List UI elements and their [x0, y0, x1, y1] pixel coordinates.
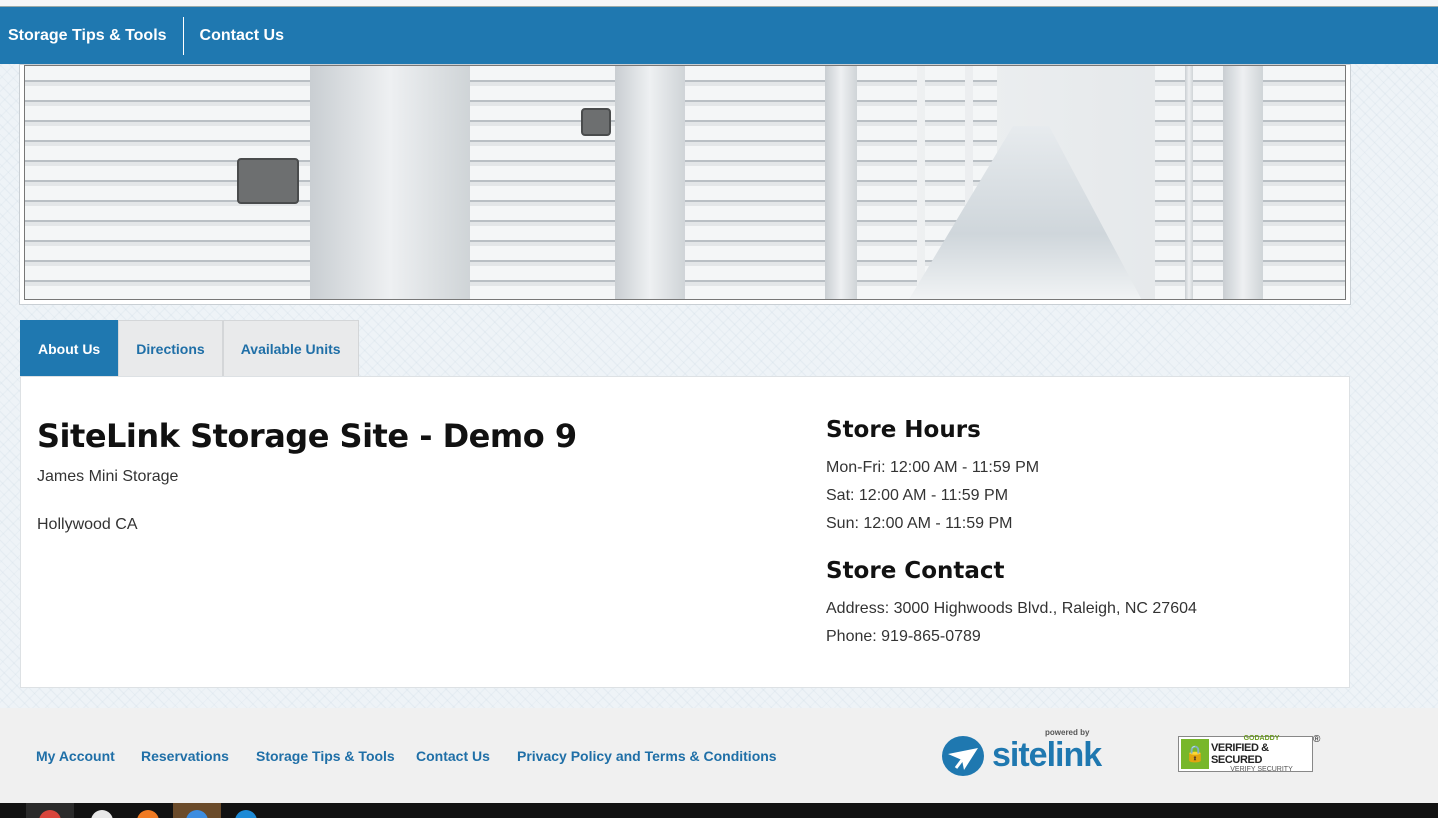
- taskbar-app[interactable]: [124, 803, 172, 818]
- sitelink-wordmark: sitelink: [992, 736, 1102, 774]
- site-footer: My Account Reservations Storage Tips & T…: [0, 708, 1438, 803]
- wall-pillar: [825, 66, 857, 299]
- info-tabs: About Us Directions Available Units: [20, 320, 359, 376]
- site-location: Hollywood CA: [37, 516, 138, 533]
- storage-hallway-photo: [24, 65, 1346, 300]
- tab-available-units[interactable]: Available Units: [222, 320, 359, 376]
- taskbar-app[interactable]: [222, 803, 270, 818]
- hours-sat: Sat: 12:00 AM - 11:59 PM: [826, 487, 1009, 504]
- taskbar-app[interactable]: [173, 803, 221, 818]
- company-name: James Mini Storage: [37, 468, 179, 485]
- about-panel: SiteLink Storage Site - Demo 9 James Min…: [20, 376, 1350, 688]
- app-icon: [137, 810, 159, 818]
- wall-pillar: [1185, 66, 1193, 299]
- nav-contact-us[interactable]: Contact Us: [184, 17, 300, 55]
- hours-mon-fri: Mon-Fri: 12:00 AM - 11:59 PM: [826, 459, 1040, 476]
- storage-door: [685, 66, 825, 299]
- app-icon: [39, 810, 61, 818]
- app-icon: [186, 810, 208, 818]
- sitelink-mark-icon: [942, 736, 984, 776]
- store-address: Address: 3000 Highwoods Blvd., Raleigh, …: [826, 600, 1197, 617]
- browser-top-edge: [0, 0, 1438, 7]
- storage-door: [470, 66, 615, 299]
- hero-banner: [19, 64, 1351, 305]
- sitelink-logo[interactable]: sitelink: [942, 730, 1102, 778]
- store-hours-heading: Store Hours: [826, 417, 981, 443]
- verified-secured-label: VERIFIED & SECURED: [1211, 742, 1269, 766]
- top-navigation: Storage Tips & Tools Contact Us: [0, 7, 1438, 64]
- store-phone: Phone: 919-865-0789: [826, 628, 981, 645]
- taskbar-app[interactable]: [78, 803, 126, 818]
- wall-pillar: [1223, 66, 1263, 299]
- footer-contact-us[interactable]: Contact Us: [416, 748, 490, 764]
- registered-mark: ®: [1313, 734, 1321, 745]
- taskbar-app[interactable]: [26, 803, 74, 818]
- wall-pillar: [310, 66, 470, 299]
- storage-door: [1263, 66, 1345, 299]
- tab-directions[interactable]: Directions: [118, 320, 223, 376]
- storage-door: [1155, 66, 1185, 299]
- wall-pillar: [615, 66, 685, 299]
- app-icon: [91, 810, 113, 818]
- footer-storage-tips[interactable]: Storage Tips & Tools: [256, 748, 395, 764]
- lock-icon: 🔒: [1181, 739, 1209, 769]
- godaddy-label: GODADDY: [1243, 735, 1280, 742]
- verify-security-label: VERIFY SECURITY: [1230, 766, 1293, 773]
- footer-my-account[interactable]: My Account: [36, 748, 115, 764]
- godaddy-verified-badge[interactable]: 🔒 GODADDY VERIFIED & SECURED VERIFY SECU…: [1178, 735, 1313, 773]
- site-title: SiteLink Storage Site - Demo 9: [37, 417, 577, 455]
- door-latch-icon: [581, 108, 611, 136]
- app-icon: [235, 810, 257, 818]
- store-contact-heading: Store Contact: [826, 558, 1005, 584]
- storage-door: [1193, 66, 1223, 299]
- hours-sun: Sun: 12:00 AM - 11:59 PM: [826, 515, 1013, 532]
- footer-privacy-policy[interactable]: Privacy Policy and Terms & Conditions: [517, 748, 777, 764]
- footer-reservations[interactable]: Reservations: [141, 748, 229, 764]
- tab-about-us[interactable]: About Us: [20, 320, 119, 376]
- os-taskbar: [0, 803, 1438, 818]
- door-latch-icon: [237, 158, 299, 204]
- nav-storage-tips[interactable]: Storage Tips & Tools: [0, 17, 183, 55]
- storage-door: [857, 66, 917, 299]
